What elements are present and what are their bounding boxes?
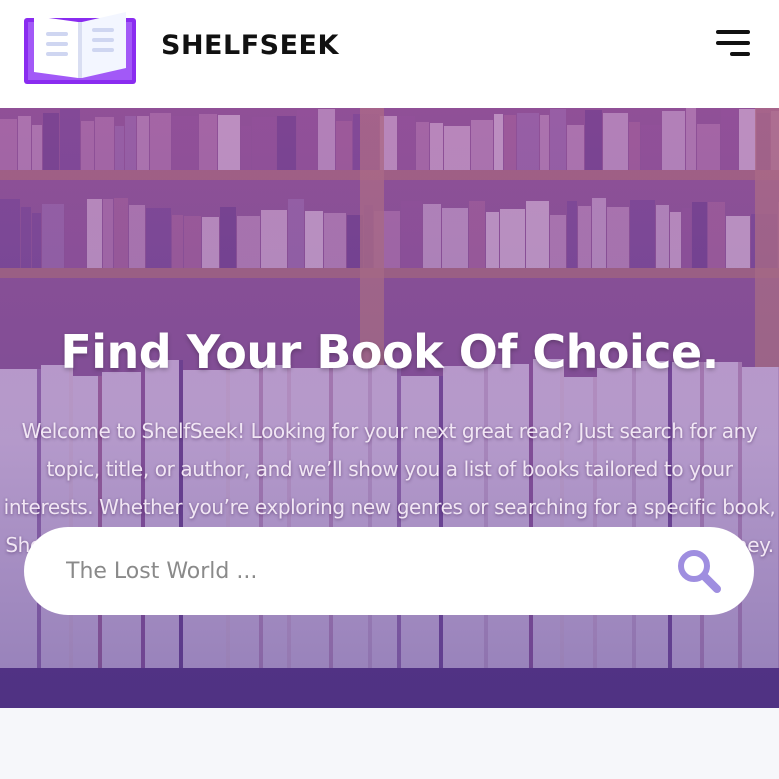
hero-title: Find Your Book Of Choice. [60, 325, 719, 379]
hamburger-line [716, 41, 750, 45]
logo[interactable] [24, 10, 136, 86]
search-input[interactable] [66, 549, 646, 593]
brand-name[interactable]: SHELFSEEK [161, 28, 339, 64]
hamburger-menu-icon [716, 30, 750, 34]
search-bar [24, 527, 754, 615]
content-section [0, 708, 779, 779]
hamburger-menu-button[interactable] [712, 28, 750, 60]
search-icon [678, 550, 721, 593]
hamburger-line [730, 52, 750, 56]
hero-section: Find Your Book Of Choice. Welcome to She… [0, 108, 779, 708]
site-header: SHELFSEEK [0, 0, 779, 108]
hero-overlay [0, 108, 779, 708]
search-button[interactable] [674, 547, 726, 597]
open-book-icon [24, 12, 136, 84]
